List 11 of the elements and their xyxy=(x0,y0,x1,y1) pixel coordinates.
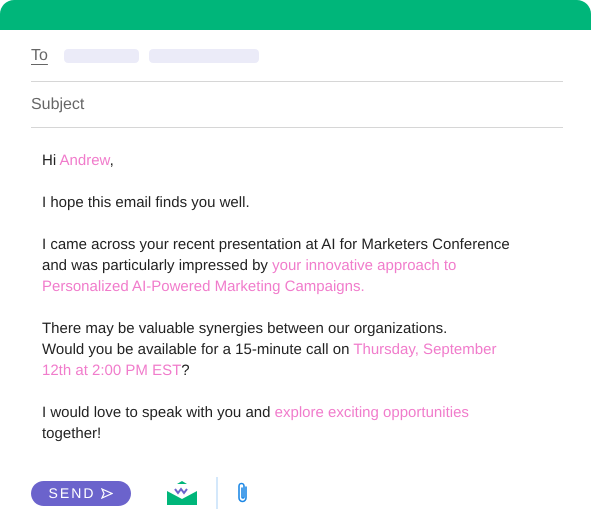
body-paragraph: There may be valuable synergies between our organizations. Would you be available for a 15-minute call on Thursday, September 12th at 2:00 PM EST? xyxy=(42,319,498,381)
send-icon xyxy=(101,488,114,498)
envelope-icon[interactable] xyxy=(166,480,198,506)
paperclip-icon[interactable] xyxy=(236,481,250,505)
subject-field[interactable]: Subject xyxy=(31,82,563,128)
send-button[interactable]: SEND xyxy=(31,480,131,506)
body-paragraph: I hope this email finds you well. xyxy=(42,193,251,213)
body-paragraph: I came across your recent presentation at AI for Marketers Conference and was particularly impressed by your innovative approach to Personalized AI-Powered Marketing Campaigns. xyxy=(42,235,511,297)
body-paragraph: Hi Andrew, xyxy=(42,151,115,171)
to-label: To xyxy=(31,46,48,66)
body-paragraph: I would love to speak with you and explore exciting opportunities together! xyxy=(42,403,470,444)
